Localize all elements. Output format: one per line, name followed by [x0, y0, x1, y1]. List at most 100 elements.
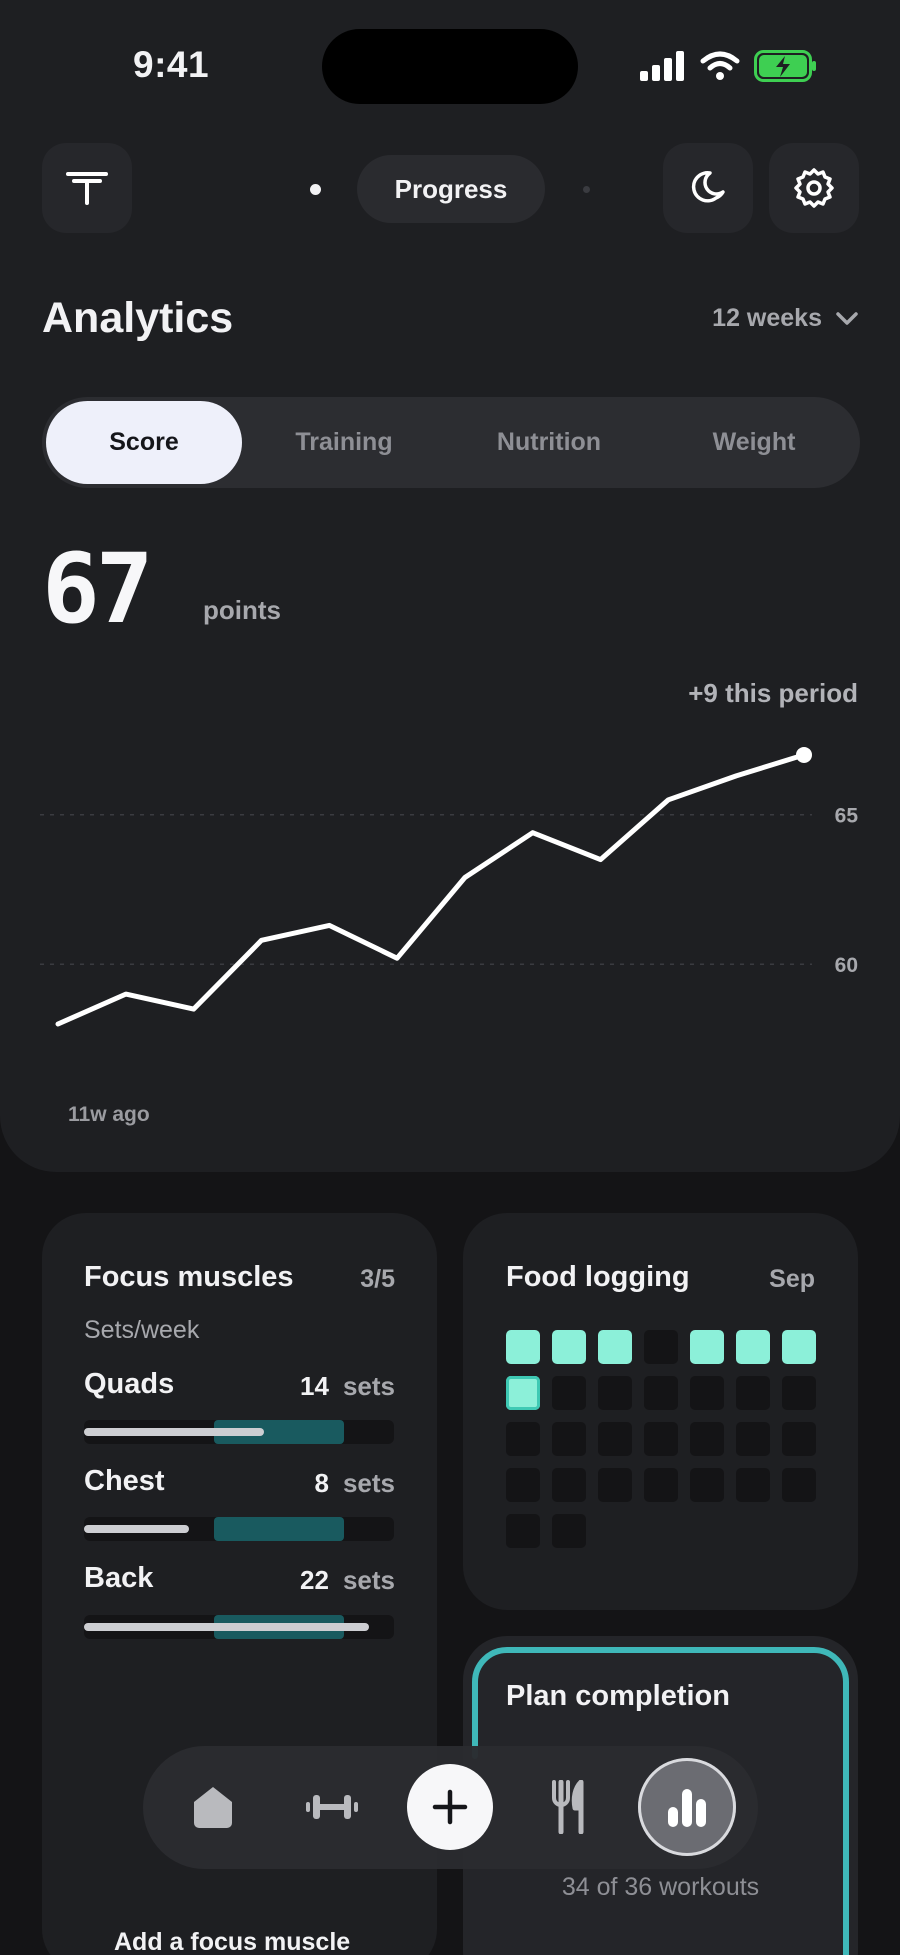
food-log-day[interactable] — [552, 1422, 586, 1456]
nav-workouts[interactable] — [283, 1758, 381, 1856]
food-log-day[interactable] — [552, 1376, 586, 1410]
y-tick-label: 65 — [835, 805, 859, 828]
period-dropdown[interactable]: 12 weeks — [712, 304, 858, 333]
food-log-day[interactable] — [552, 1468, 586, 1502]
food-log-day[interactable] — [782, 1376, 816, 1410]
food-logging-month: Sep — [769, 1265, 815, 1293]
food-log-day[interactable] — [598, 1330, 632, 1364]
food-log-day[interactable] — [644, 1422, 678, 1456]
food-logging-title: Food logging — [506, 1261, 690, 1293]
page-dot — [583, 186, 590, 193]
muscle-bar-quads — [84, 1420, 394, 1444]
moon-icon — [691, 171, 725, 203]
muscle-progress-fill — [84, 1525, 190, 1533]
muscle-bar-chest — [84, 1517, 394, 1541]
status-icons — [640, 47, 818, 85]
muscle-target-range — [214, 1517, 345, 1541]
analytics-tabs: Score Training Nutrition Weight — [42, 397, 860, 488]
bar-chart-icon — [668, 1789, 706, 1827]
muscle-name-quads: Quads — [84, 1368, 175, 1400]
muscle-sets-quads: 14 — [300, 1371, 329, 1401]
food-log-day[interactable] — [644, 1376, 678, 1410]
score-line — [55, 752, 807, 1027]
page-pill[interactable]: Progress — [357, 155, 545, 223]
food-log-day[interactable] — [506, 1514, 540, 1548]
food-log-day[interactable] — [782, 1422, 816, 1456]
food-log-day[interactable] — [690, 1376, 724, 1410]
tab-nutrition[interactable]: Nutrition — [446, 401, 652, 484]
chevron-down-icon — [836, 311, 858, 325]
tab-score[interactable]: Score — [46, 401, 242, 484]
focus-muscles-title: Focus muscles — [84, 1261, 294, 1293]
muscle-unit-back: sets — [342, 1565, 395, 1595]
x-axis-start-label: 11w ago — [68, 1103, 150, 1126]
home-icon — [194, 1787, 232, 1828]
food-log-day[interactable] — [552, 1514, 586, 1548]
food-log-day[interactable] — [598, 1376, 632, 1410]
food-log-day[interactable] — [736, 1376, 770, 1410]
dynamic-island — [322, 29, 578, 104]
wifi-icon — [700, 51, 740, 80]
focus-muscles-subtitle: Sets/week — [84, 1316, 200, 1344]
y-tick-label: 60 — [835, 954, 858, 977]
settings-button[interactable] — [769, 143, 859, 233]
food-log-day[interactable] — [690, 1422, 724, 1456]
food-logging-card[interactable]: Food logging Sep — [463, 1213, 858, 1610]
muscle-name-chest: Chest — [84, 1465, 165, 1497]
food-log-day[interactable] — [782, 1468, 816, 1502]
nav-nutrition[interactable] — [521, 1758, 619, 1856]
food-log-day[interactable] — [736, 1468, 770, 1502]
muscle-name-back: Back — [84, 1562, 154, 1594]
logo-icon — [66, 172, 108, 205]
signal-icon — [640, 51, 684, 81]
gear-icon — [794, 168, 834, 208]
battery-icon — [754, 50, 816, 82]
nav-add-button[interactable] — [407, 1764, 493, 1850]
tab-weight[interactable]: Weight — [652, 401, 856, 484]
food-log-day[interactable] — [690, 1468, 724, 1502]
food-log-day[interactable] — [506, 1468, 540, 1502]
muscle-unit-chest: sets — [342, 1468, 395, 1498]
plus-icon — [432, 1789, 468, 1825]
logo-button[interactable] — [42, 143, 132, 233]
muscle-unit-quads: sets — [342, 1371, 395, 1401]
nav-home[interactable] — [164, 1758, 262, 1856]
muscle-sets-back: 22 — [300, 1565, 329, 1595]
muscle-progress-fill — [84, 1428, 264, 1436]
food-log-day[interactable] — [782, 1330, 816, 1364]
score-delta: +9 this period — [688, 678, 858, 708]
dumbbell-icon — [306, 1795, 358, 1819]
food-log-day[interactable] — [552, 1330, 586, 1364]
score-unit: points — [203, 595, 281, 625]
food-log-day[interactable] — [506, 1422, 540, 1456]
current-point — [796, 746, 812, 763]
muscle-value-quads: 14 sets — [300, 1371, 395, 1402]
bottom-nav — [143, 1746, 758, 1869]
food-log-day[interactable] — [598, 1468, 632, 1502]
plan-completion-title: Plan completion — [506, 1680, 730, 1712]
muscle-bar-back — [84, 1615, 394, 1639]
food-log-day[interactable] — [506, 1330, 540, 1364]
page-title: Analytics — [42, 294, 234, 342]
food-log-day[interactable] — [690, 1330, 724, 1364]
food-log-day[interactable] — [736, 1330, 770, 1364]
focus-muscles-count: 3/5 — [360, 1265, 395, 1293]
status-time: 9:41 — [133, 44, 210, 85]
muscle-value-back: 22 sets — [300, 1565, 395, 1596]
food-log-day[interactable] — [644, 1468, 678, 1502]
food-log-day[interactable] — [506, 1376, 540, 1410]
muscle-progress-fill — [84, 1623, 370, 1631]
plan-completion-caption: 34 of 36 workouts — [561, 1873, 760, 1901]
tab-training[interactable]: Training — [242, 401, 446, 484]
nav-analytics[interactable] — [638, 1758, 736, 1856]
fork-knife-icon — [552, 1780, 584, 1834]
score-chart: 65 60 — [40, 746, 859, 1027]
food-log-day[interactable] — [736, 1422, 770, 1456]
muscle-sets-chest: 8 — [314, 1468, 329, 1498]
muscle-value-chest: 8 sets — [314, 1468, 395, 1499]
theme-toggle-button[interactable] — [663, 143, 753, 233]
score-value: 67 — [42, 533, 154, 645]
food-log-day[interactable] — [598, 1422, 632, 1456]
food-log-day[interactable] — [644, 1330, 678, 1364]
add-focus-muscle-button[interactable]: Add a focus muscle — [114, 1928, 350, 1955]
